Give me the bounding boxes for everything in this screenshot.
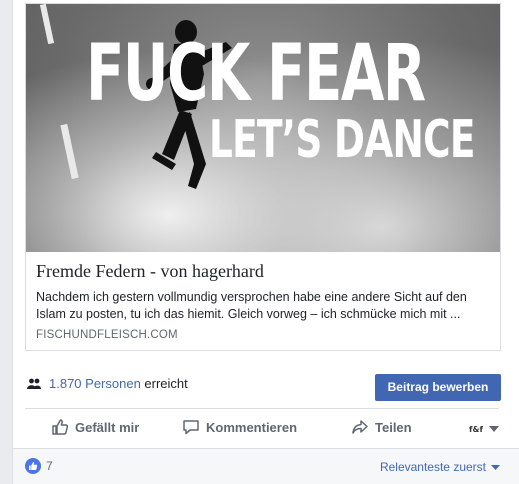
like-reaction-icon (25, 458, 41, 474)
post-actions: Gefällt mir Kommentieren Teilen f&f (25, 410, 499, 446)
image-headline-1: FUCK FEAR (86, 29, 426, 119)
divider (25, 408, 499, 409)
comment-button[interactable]: Kommentieren (182, 418, 297, 436)
post-card: FUCK FEAR LET’S DANCE Fremde Federn - vo… (12, 0, 519, 484)
road-marking (39, 4, 55, 45)
promote-post-button[interactable]: Beitrag bewerben (375, 374, 501, 401)
comment-label: Kommentieren (206, 419, 298, 435)
chevron-down-icon (489, 426, 499, 432)
audience-selector[interactable]: f&f (467, 422, 499, 436)
reach-suffix: erreicht (144, 376, 188, 391)
share-label: Teilen (375, 419, 412, 435)
reach-info: 1.870 Personen erreicht (27, 376, 188, 391)
reach-count-link[interactable]: 1.870 Personen (49, 376, 141, 391)
link-description: Nachdem ich gestern vollmundig versproch… (36, 290, 467, 321)
link-preview-image[interactable]: FUCK FEAR LET’S DANCE (26, 4, 500, 252)
link-title[interactable]: Fremde Federn - von hagerhard (36, 260, 492, 282)
chevron-down-icon (491, 464, 500, 470)
link-preview[interactable]: FUCK FEAR LET’S DANCE Fremde Federn - vo… (25, 3, 501, 351)
sort-label: Relevanteste zuerst (379, 460, 486, 474)
svg-text:f&f: f&f (469, 425, 483, 434)
comment-icon (183, 420, 199, 435)
image-headline-2: LET’S DANCE (209, 110, 475, 170)
people-icon (27, 378, 41, 389)
road-marking (60, 123, 79, 180)
like-count: 7 (46, 459, 53, 473)
like-button[interactable]: Gefällt mir (51, 418, 139, 436)
page-avatar-icon: f&f (467, 422, 485, 436)
share-icon (352, 420, 368, 434)
link-preview-body: Fremde Federn - von hagerhard Nachdem ic… (36, 260, 492, 341)
comment-sort-dropdown[interactable]: Relevanteste zuerst (380, 460, 500, 474)
thumbs-up-icon (52, 419, 69, 435)
link-domain: FISCHUNDFLEISCH.COM (36, 329, 178, 341)
share-button[interactable]: Teilen (351, 418, 412, 436)
reaction-summary[interactable]: 7 (25, 458, 53, 474)
like-label: Gefällt mir (75, 419, 140, 435)
